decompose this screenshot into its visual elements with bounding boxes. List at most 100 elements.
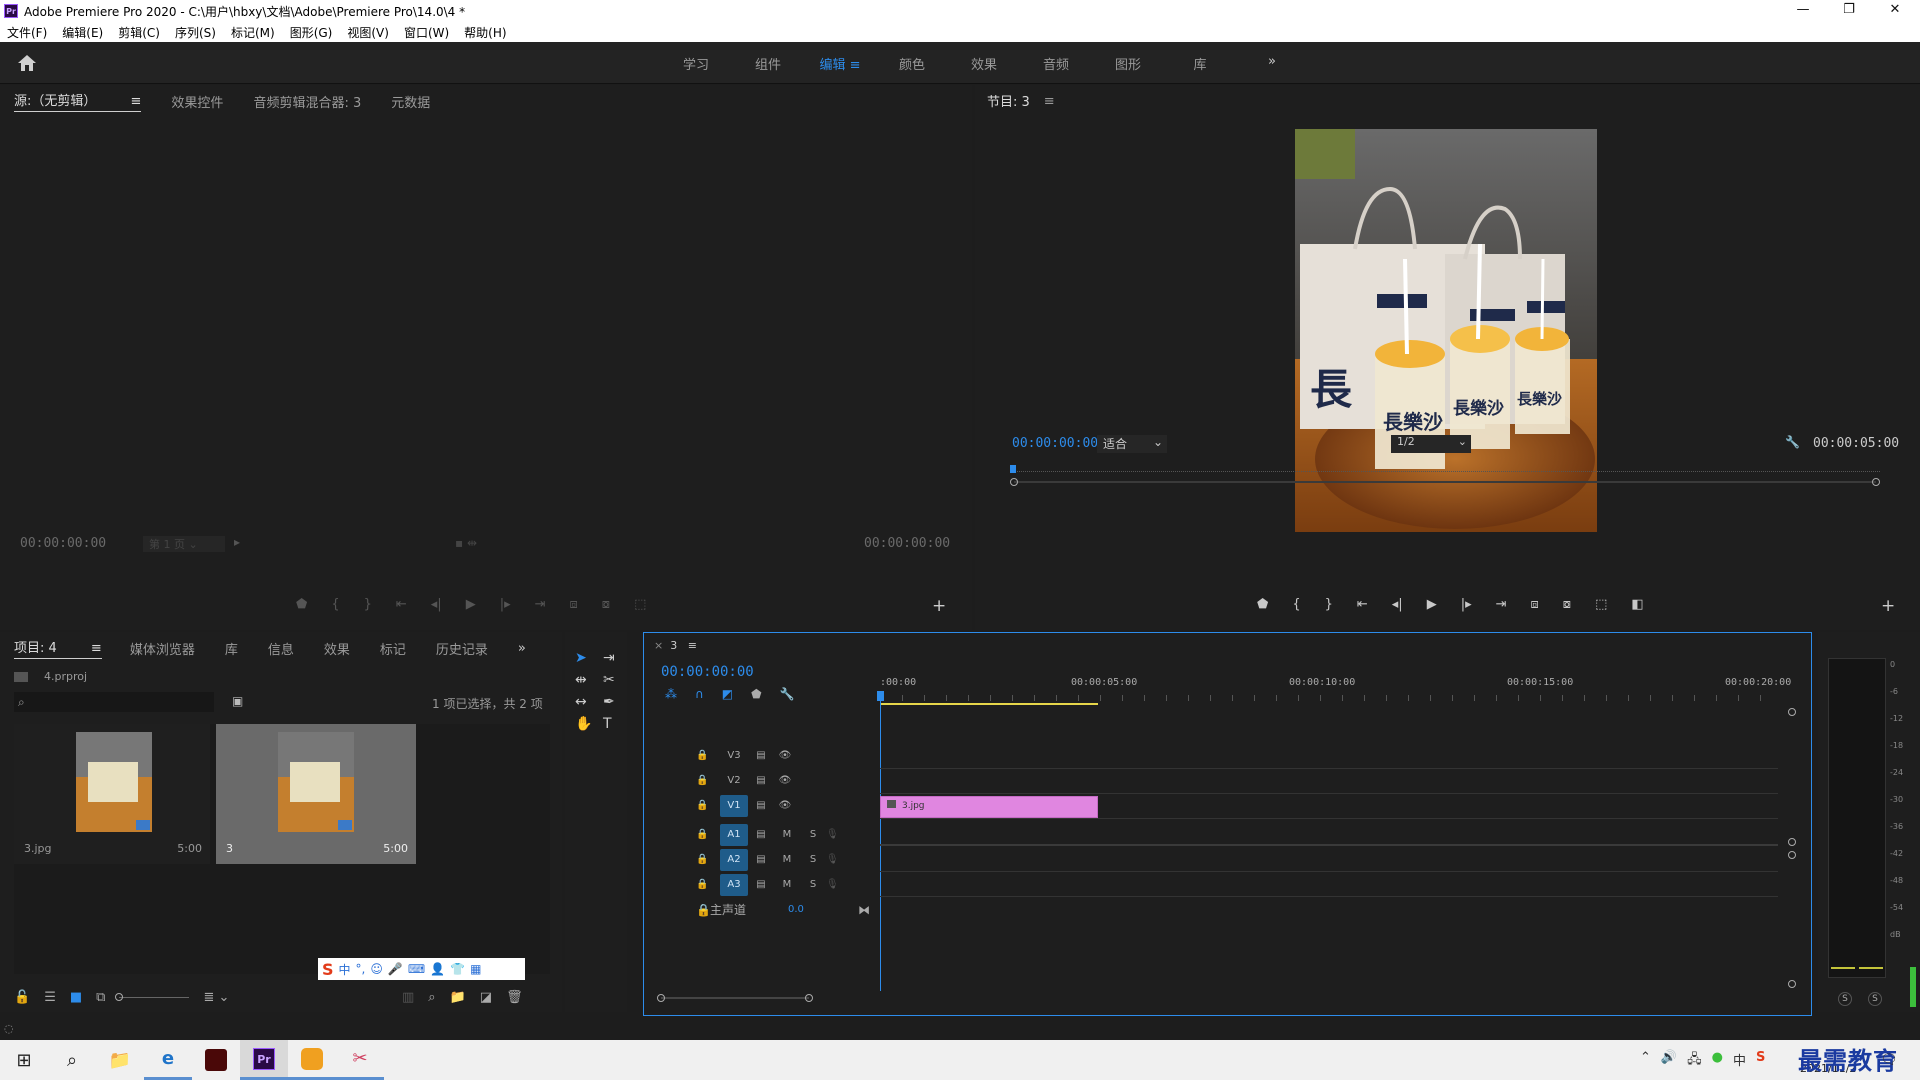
lock-icon[interactable]: 🔒 [696, 800, 720, 811]
timeline-settings-icon[interactable]: 🔧 [780, 687, 795, 701]
workspace-more-button[interactable]: » [1236, 54, 1308, 73]
track-label-a2[interactable]: A2 [720, 848, 748, 871]
lock-icon[interactable]: 🔓 [14, 990, 30, 1005]
workspace-tab-effects[interactable]: 效果 [948, 54, 1020, 73]
lock-icon[interactable]: 🔒 [696, 750, 720, 761]
tab-effects[interactable]: 效果 [324, 639, 350, 658]
track-select-tool-icon[interactable]: ⇥ [603, 650, 631, 666]
add-marker-icon[interactable]: ⬟ [751, 687, 761, 701]
snipping-tool-icon[interactable]: ✂ [336, 1040, 384, 1080]
selection-tool-icon[interactable]: ➤ [575, 650, 603, 666]
program-mark-out-icon[interactable]: } [1325, 597, 1333, 612]
meter-scrollbar[interactable] [1910, 967, 1916, 1007]
automate-to-sequence-icon[interactable]: ▥ [402, 990, 414, 1005]
program-add-button-icon[interactable]: + [1881, 596, 1895, 616]
mute-button[interactable]: M [774, 829, 800, 840]
timeline-horizontal-scroll[interactable] [657, 994, 813, 1002]
tab-effect-controls[interactable]: 效果控件 [171, 92, 223, 111]
program-mark-in-icon[interactable]: { [1292, 597, 1300, 612]
scroll-handle-left[interactable] [657, 994, 665, 1002]
ime-menu-icon[interactable]: ▦ [470, 962, 481, 976]
program-add-marker-icon[interactable]: ⬟ [1257, 597, 1268, 612]
zoom-slider[interactable] [115, 993, 190, 1001]
mute-button[interactable]: M [774, 854, 800, 865]
type-tool-icon[interactable]: T [603, 716, 631, 732]
menu-sequence[interactable]: 序列(S) [175, 24, 216, 41]
timeline-menu-icon[interactable]: ≡ [688, 639, 697, 652]
lock-icon[interactable]: 🔒 [696, 879, 720, 890]
home-icon[interactable] [16, 53, 38, 73]
eye-icon[interactable]: 👁 [774, 775, 796, 786]
ime-skin-icon[interactable]: 👕 [450, 962, 465, 976]
lock-icon[interactable]: 🔒 [696, 903, 711, 917]
sync-lock-icon[interactable]: ▤ [748, 775, 774, 786]
track-label-a3[interactable]: A3 [720, 873, 748, 896]
program-extract-icon[interactable]: ⧇ [1563, 597, 1571, 612]
source-settings-icon[interactable]: ▪ ⇹ [455, 536, 477, 550]
ripple-edit-tool-icon[interactable]: ⇹ [575, 672, 603, 688]
timeline-clip[interactable]: 3.jpg [880, 796, 1098, 818]
razor-tool-icon[interactable]: ✂ [603, 672, 631, 688]
tray-app-icon[interactable]: ● [1712, 1050, 1723, 1072]
program-resolution-select[interactable]: 1/2 ⌄ [1391, 435, 1471, 453]
nest-icon[interactable]: ⁂ [665, 687, 677, 701]
close-icon[interactable]: ✕ [1872, 0, 1918, 22]
search-icon[interactable]: ⌕ [48, 1040, 96, 1080]
timeline-timecode[interactable]: 00:00:00:00 [661, 664, 754, 680]
source-play-icon[interactable]: ▶ [466, 597, 476, 612]
source-export-frame-icon[interactable]: ⬚ [634, 597, 646, 612]
program-time-ruler[interactable] [1010, 465, 1880, 475]
source-go-to-in-icon[interactable]: ⇤ [396, 597, 407, 612]
track-label-v3[interactable]: V3 [720, 745, 748, 767]
pen-tool-icon[interactable]: ✒ [603, 694, 631, 710]
close-icon[interactable]: × [654, 639, 663, 652]
meter-solo-right-button[interactable]: S [1868, 992, 1882, 1006]
program-step-forward-icon[interactable]: |▸ [1461, 597, 1472, 612]
source-add-marker-icon[interactable]: ⬟ [296, 597, 307, 612]
windows-start-icon[interactable]: ⊞ [0, 1040, 48, 1080]
ime-mode-icon[interactable]: 中 [339, 961, 351, 978]
sync-lock-icon[interactable]: ▤ [748, 879, 774, 890]
tab-project[interactable]: 项目: 4 ≡ [14, 637, 102, 659]
scroll-handle-right[interactable] [805, 994, 813, 1002]
program-go-to-out-icon[interactable]: ⇥ [1496, 597, 1507, 612]
menu-help[interactable]: 帮助(H) [464, 24, 506, 41]
track-label-v2[interactable]: V2 [720, 770, 748, 792]
tray-chevron-icon[interactable]: ⌃ [1640, 1050, 1651, 1072]
sync-lock-icon[interactable]: ▤ [748, 800, 774, 811]
sync-lock-icon[interactable]: ▤ [748, 829, 774, 840]
snap-icon[interactable]: ∩ [695, 687, 704, 701]
program-play-icon[interactable]: ▶ [1427, 597, 1437, 612]
eye-icon[interactable]: 👁 [774, 800, 796, 811]
source-overwrite-icon[interactable]: ⧇ [602, 597, 610, 612]
menu-clip[interactable]: 剪辑(C) [118, 24, 160, 41]
tab-media-browser[interactable]: 媒体浏览器 [130, 639, 195, 658]
eye-icon[interactable]: 👁 [774, 750, 796, 761]
program-menu-icon[interactable]: ≡ [1044, 94, 1055, 109]
project-item[interactable]: 3.jpg 5:00 [14, 724, 210, 864]
project-search-input[interactable]: ⌕ [14, 692, 214, 712]
vertical-zoom-handle-top[interactable] [1788, 708, 1796, 716]
menu-window[interactable]: 窗口(W) [404, 24, 449, 41]
mic-icon[interactable]: 🎙 [826, 854, 839, 865]
program-settings-icon[interactable]: 🔧 [1785, 435, 1800, 449]
linked-selection-icon[interactable]: ◩ [722, 687, 733, 701]
menu-file[interactable]: 文件(F) [7, 24, 47, 41]
program-title[interactable]: 节目: 3 [987, 91, 1030, 112]
master-volume-value[interactable]: 0.0 [788, 904, 858, 915]
edge-browser-icon[interactable]: e [144, 1040, 192, 1080]
tab-audio-clip-mixer[interactable]: 音频剪辑混合器: 3 [253, 92, 361, 111]
vertical-zoom-handle-bottom[interactable] [1788, 838, 1796, 846]
tab-history[interactable]: 历史记录 [436, 639, 488, 658]
sogou-tray-icon[interactable]: S [1756, 1050, 1765, 1072]
slip-tool-icon[interactable]: ↔ [575, 694, 603, 710]
source-step-forward-icon[interactable]: |▸ [500, 597, 511, 612]
find-icon[interactable]: ⌕ [428, 990, 435, 1005]
work-area-bar[interactable] [880, 703, 1098, 705]
source-step-back-icon[interactable]: ◂| [431, 597, 442, 612]
go-to-end-icon[interactable]: ⧓ [858, 903, 870, 917]
lock-icon[interactable]: 🔒 [696, 775, 720, 786]
audio-zoom-handle-top[interactable] [1788, 851, 1796, 859]
track-label-v1[interactable]: V1 [720, 794, 748, 817]
network-icon[interactable]: 🖧 [1687, 1050, 1702, 1072]
